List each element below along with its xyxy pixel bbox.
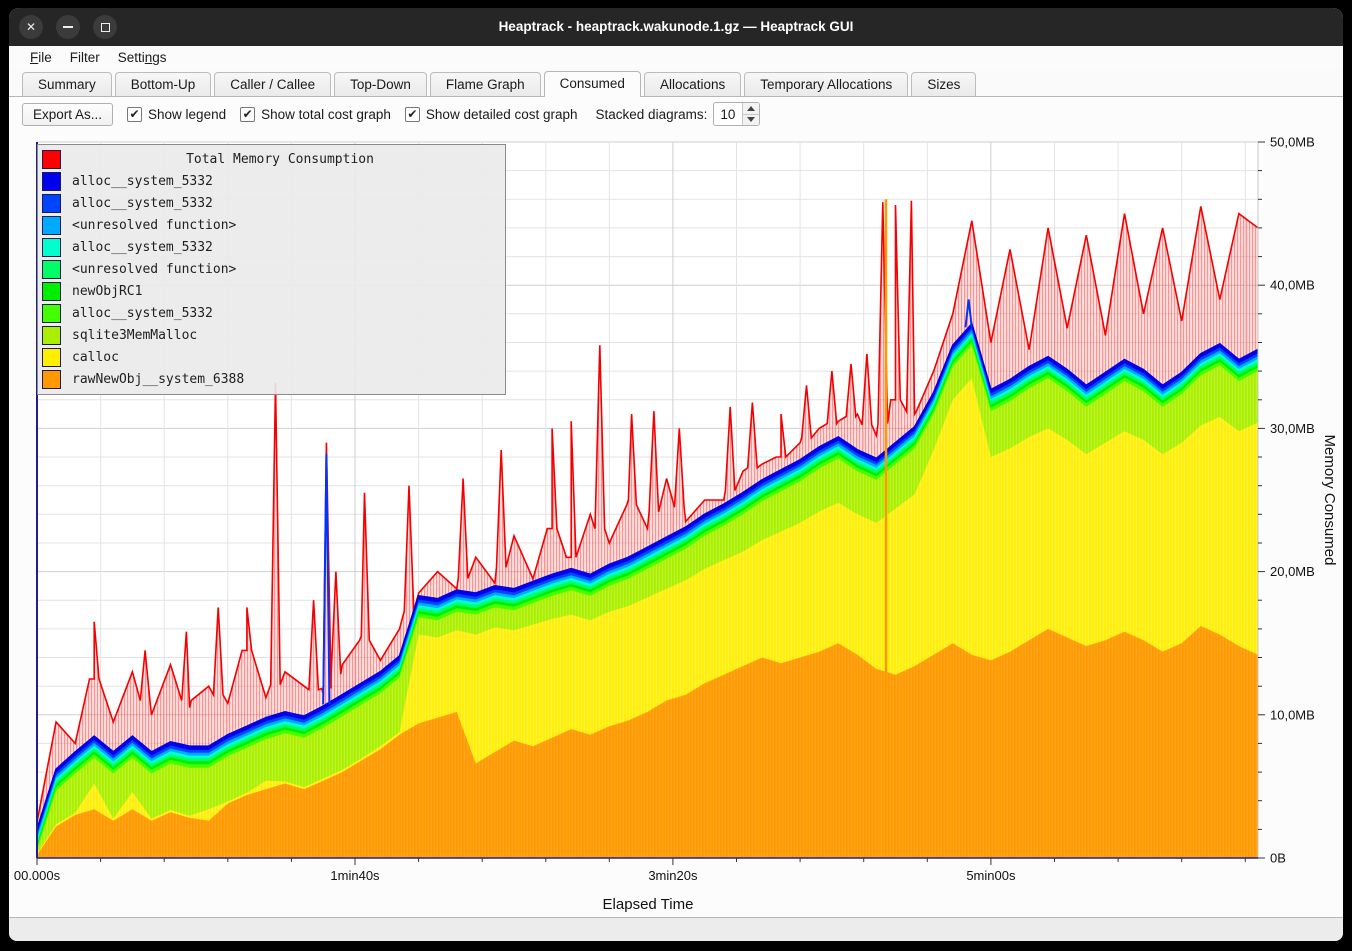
legend-label: Total Memory Consumption — [61, 152, 499, 167]
legend-swatch-icon — [42, 326, 61, 345]
legend-item: <unresolved function> — [42, 214, 499, 236]
legend-item: sqlite3MemMalloc — [42, 324, 499, 346]
checkbox-show-total-cost-graph[interactable]: ✔ Show total cost graph — [240, 107, 391, 122]
spin-up-button[interactable] — [743, 103, 759, 114]
titlebar[interactable]: ✕ Heaptrack - heaptrack.wakunode.1.gz — … — [9, 8, 1343, 46]
tab-sizes[interactable]: Sizes — [911, 72, 976, 96]
legend-swatch-icon — [42, 216, 61, 235]
x-tick-label: 1min40s — [330, 868, 380, 883]
y-tick-label: 30,0MB — [1270, 421, 1315, 436]
legend-label: rawNewObj__system_6388 — [61, 372, 499, 387]
legend-swatch-icon — [42, 172, 61, 191]
legend-swatch-icon — [42, 238, 61, 257]
legend-item: alloc__system_5332 — [42, 236, 499, 258]
x-tick-label: 3min20s — [648, 868, 698, 883]
y-tick-label: 0B — [1270, 851, 1286, 866]
legend-swatch-icon — [42, 150, 61, 169]
x-tick-label: 5min00s — [966, 868, 1016, 883]
spinbox-arrows — [742, 103, 759, 125]
legend-swatch-icon — [42, 260, 61, 279]
spin-down-button[interactable] — [743, 114, 759, 126]
tab-flame-graph[interactable]: Flame Graph — [430, 72, 541, 96]
legend-label: sqlite3MemMalloc — [61, 328, 499, 343]
legend-item: rawNewObj__system_6388 — [42, 368, 499, 390]
tab-allocations[interactable]: Allocations — [644, 72, 741, 96]
status-bar — [9, 917, 1343, 941]
window-title: Heaptrack - heaptrack.wakunode.1.gz — He… — [9, 8, 1343, 46]
legend-item: alloc__system_5332 — [42, 170, 499, 192]
legend-label: alloc__system_5332 — [61, 240, 499, 255]
chart-legend: Total Memory Consumption alloc__system_53… — [37, 144, 506, 395]
checkbox-group: ✔ Show legend ✔ Show total cost graph ✔ Show … — [127, 107, 578, 122]
checkbox-label: Show legend — [148, 107, 226, 122]
y-tick-label: 20,0MB — [1270, 564, 1315, 579]
legend-item: newObjRC1 — [42, 280, 499, 302]
toolbar: Export As... ✔ Show legend ✔ Show total cos… — [9, 97, 1343, 131]
legend-label: alloc__system_5332 — [61, 306, 499, 321]
export-as-button[interactable]: Export As... — [22, 103, 113, 126]
menubar: FileFilterSettings — [9, 46, 1343, 69]
legend-item: alloc__system_5332 — [42, 192, 499, 214]
legend-item: <unresolved function> — [42, 258, 499, 280]
y-axis-title: Memory Consumed — [1321, 435, 1338, 566]
y-tick-label: 50,0MB — [1270, 135, 1315, 150]
heaptrack-window: ✕ Heaptrack - heaptrack.wakunode.1.gz — … — [9, 8, 1343, 941]
checkbox-box[interactable]: ✔ — [127, 107, 142, 122]
tab-consumed[interactable]: Consumed — [544, 71, 641, 97]
legend-label: <unresolved function> — [61, 218, 499, 233]
tab-caller-callee[interactable]: Caller / Callee — [214, 72, 331, 96]
stacked-diagrams-label: Stacked diagrams: — [596, 107, 708, 122]
menu-filter[interactable]: Filter — [61, 48, 109, 67]
checkbox-box[interactable]: ✔ — [240, 107, 255, 122]
legend-label: alloc__system_5332 — [61, 196, 499, 211]
y-tick-label: 40,0MB — [1270, 278, 1315, 293]
chevron-up-icon — [747, 106, 755, 111]
tab-top-down[interactable]: Top-Down — [334, 72, 427, 96]
legend-swatch-icon — [42, 304, 61, 323]
y-tick-label: 10,0MB — [1270, 707, 1315, 722]
menu-settings[interactable]: Settings — [109, 48, 176, 67]
legend-label: <unresolved function> — [61, 262, 499, 277]
checkbox-label: Show total cost graph — [261, 107, 391, 122]
legend-label: newObjRC1 — [61, 284, 499, 299]
legend-swatch-icon — [42, 194, 61, 213]
stacked-diagrams-control: Stacked diagrams: 10 — [596, 102, 761, 126]
legend-title-row: Total Memory Consumption — [42, 148, 499, 170]
checkbox-label: Show detailed cost graph — [426, 107, 578, 122]
consumed-chart[interactable]: 00.000s 1min40s 3min20s 5min00s 0B 10,0MB 20,0… — [9, 131, 1343, 917]
legend-swatch-icon — [42, 348, 61, 367]
legend-item: alloc__system_5332 — [42, 302, 499, 324]
checkbox-box[interactable]: ✔ — [405, 107, 420, 122]
tab-bottom-up[interactable]: Bottom-Up — [115, 72, 212, 96]
legend-swatch-icon — [42, 370, 61, 389]
checkbox-show-legend[interactable]: ✔ Show legend — [127, 107, 226, 122]
legend-label: calloc — [61, 350, 499, 365]
checkbox-show-detailed-cost-graph[interactable]: ✔ Show detailed cost graph — [405, 107, 578, 122]
menu-file[interactable]: File — [21, 48, 61, 67]
x-axis-title: Elapsed Time — [603, 896, 694, 913]
x-tick-label: 00.000s — [14, 868, 61, 883]
stacked-diagrams-value[interactable]: 10 — [714, 103, 742, 125]
legend-swatch-icon — [42, 282, 61, 301]
tab-bar: SummaryBottom-UpCaller / CalleeTop-DownF… — [9, 69, 1343, 97]
legend-item: calloc — [42, 346, 499, 368]
tab-temporary-allocations[interactable]: Temporary Allocations — [744, 72, 908, 96]
tab-summary[interactable]: Summary — [22, 72, 112, 96]
legend-label: alloc__system_5332 — [61, 174, 499, 189]
stacked-diagrams-spinbox[interactable]: 10 — [713, 102, 760, 126]
chevron-down-icon — [747, 117, 755, 122]
